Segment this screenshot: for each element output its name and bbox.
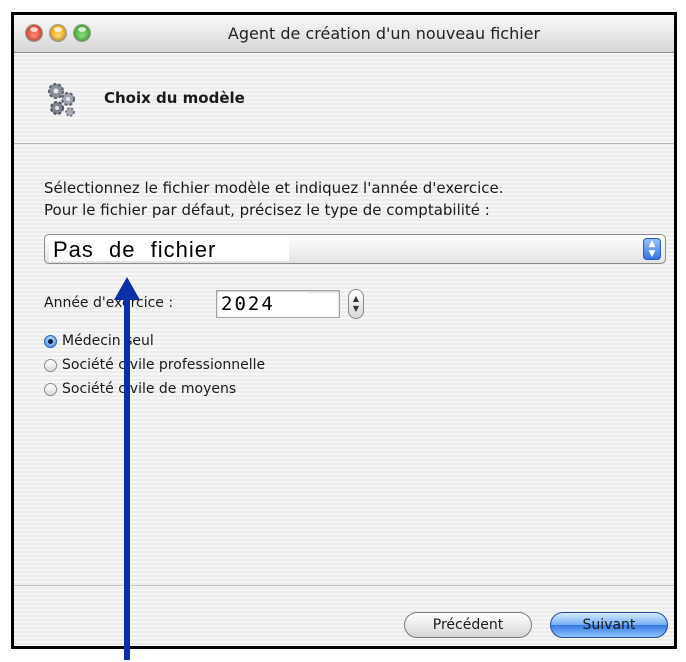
popup-arrows-icon: ▲ ▼ [643,238,661,260]
radio-label: Société civile professionnelle [62,357,266,373]
window-title: Agent de création d'un nouveau fichier [227,24,541,43]
footer-divider [14,585,674,586]
radio-button-icon[interactable] [44,358,57,372]
template-file-popup[interactable]: Pas de fichier ▲ ▼ [44,234,666,264]
next-button[interactable]: Suivant [550,612,668,638]
wizard-window: Agent de création d'un nouveau fichier C… [11,12,677,649]
minimize-window-button[interactable] [50,25,66,41]
year-value: 2024 [219,292,307,316]
wizard-header: Choix du modèle [14,53,674,144]
instructions-line-2: Pour le fichier par défaut, précisez le … [44,201,490,219]
radio-label: Médecin seul [62,333,154,349]
year-input[interactable]: 2024 [216,290,340,318]
close-window-button[interactable] [26,25,42,41]
year-label: Année d'exercice : [44,295,174,311]
previous-button[interactable]: Précédent [404,612,532,638]
radio-button-icon[interactable] [44,382,57,396]
template-file-value: Pas de fichier [49,237,289,262]
instructions-text: Sélectionnez le fichier modèle et indiqu… [44,177,672,221]
radio-medecin-seul[interactable]: Médecin seul [44,330,154,352]
step-title: Choix du modèle [104,89,245,107]
zoom-window-button[interactable] [74,25,90,41]
title-bar[interactable]: Agent de création d'un nouveau fichier [14,15,674,53]
instructions-line-1: Sélectionnez le fichier modèle et indiqu… [44,179,504,197]
radio-societe-civile-professionnelle[interactable]: Société civile professionnelle [44,354,265,376]
radio-label: Société civile de moyens [62,381,237,397]
year-stepper[interactable]: ▲ ▼ [348,289,364,319]
radio-button-checked-icon[interactable] [44,334,57,348]
wizard-gears-icon [48,83,75,117]
radio-societe-civile-de-moyens[interactable]: Société civile de moyens [44,378,236,400]
